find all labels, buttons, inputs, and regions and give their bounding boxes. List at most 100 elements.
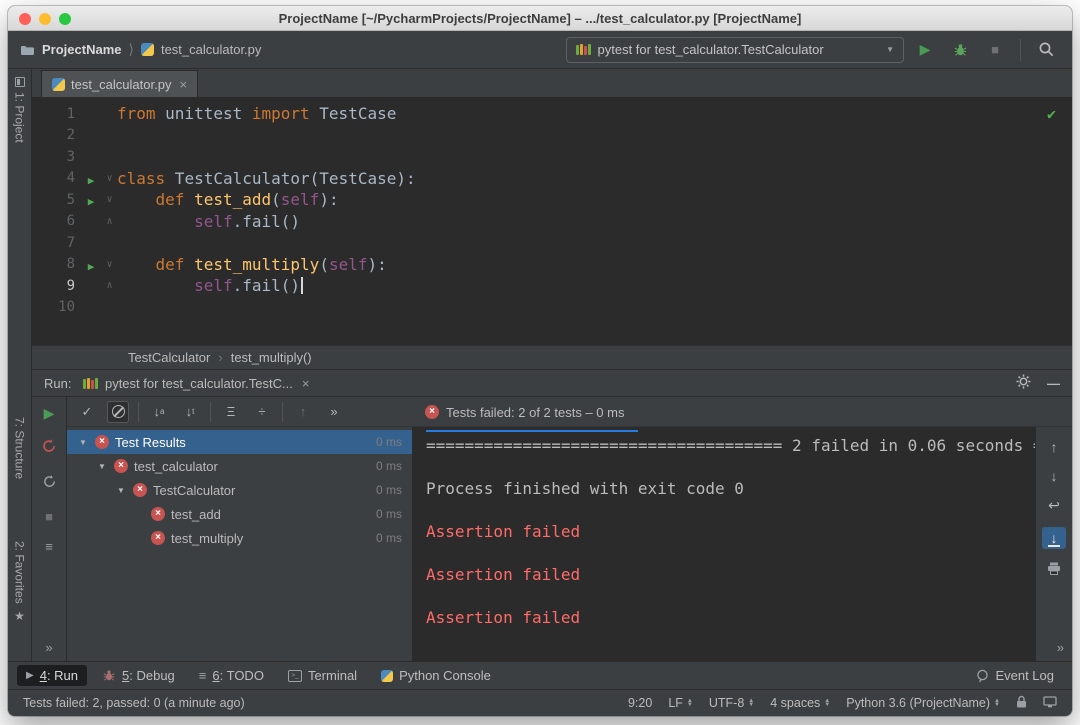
stripe-label-structure: 7: Structure <box>12 417 27 480</box>
event-log-button[interactable]: Event Log <box>967 665 1063 686</box>
tool-window-button-structure[interactable]: 7: Structure <box>8 417 31 479</box>
run-test-gutter-icon[interactable]: ▶ <box>88 260 95 273</box>
run-test-gutter-icon[interactable]: ▶ <box>88 195 95 208</box>
expand-chevron-icon[interactable]: ▼ <box>77 438 89 447</box>
test-tree-row[interactable]: ▼ × Test Results 0 ms <box>67 430 412 454</box>
more-actions-icon[interactable]: » <box>45 640 52 655</box>
code-line[interactable]: 8 ▶ ∨ def test_multiply(self): <box>32 254 1072 276</box>
status-widget[interactable]: LF ▲ ▼ <box>668 696 693 710</box>
soft-wrap-button[interactable]: ↩ <box>1048 497 1060 514</box>
sort-by-duration-button[interactable]: ↓ t <box>179 401 201 423</box>
gear-icon <box>1016 374 1031 389</box>
code-line[interactable]: 4 ▶ ∨ class TestCalculator(TestCase): <box>32 168 1072 190</box>
stop-button[interactable]: ■ <box>981 36 1009 64</box>
code-text: def test_multiply(self): <box>117 255 387 274</box>
show-passed-filter-button[interactable]: ✓ <box>76 401 98 423</box>
truncated-link-underline <box>426 430 638 432</box>
status-widget[interactable]: 4 spaces ▲ ▼ <box>770 696 830 710</box>
status-widget[interactable]: UTF-8 ▲ ▼ <box>709 696 754 710</box>
test-tree-row[interactable]: × test_multiply 0 ms <box>67 526 412 550</box>
gutter-marker-area: ▶ <box>80 255 102 274</box>
run-configuration-select[interactable]: pytest for test_calculator.TestCalculato… <box>566 36 904 63</box>
test-console[interactable]: ===================================== 2 … <box>412 427 1035 661</box>
code-line[interactable]: 9 ∧ self.fail() <box>32 275 1072 297</box>
run-tab[interactable]: pytest for test_calculator.TestC... × <box>83 376 309 391</box>
code-token: ): <box>367 254 387 274</box>
code-text: from unittest import TestCase <box>117 104 396 123</box>
search-everywhere-button[interactable] <box>1032 36 1060 64</box>
rerun-failed-tests-button[interactable] <box>41 438 57 459</box>
tool-window-button-project[interactable]: 1: Project <box>8 77 31 143</box>
breadcrumb-file[interactable]: test_calculator.py <box>161 42 261 57</box>
tool-window-button-terminal[interactable]: >_ Terminal <box>279 665 366 686</box>
more-toolbar-actions-icon[interactable]: » <box>323 401 345 423</box>
expand-all-button[interactable]: Ξ <box>220 401 242 423</box>
tool-window-button-debug[interactable]: 5: Debug <box>93 665 184 686</box>
toggle-auto-test-button[interactable] <box>42 474 57 494</box>
test-tree-row[interactable]: ▼ × test_calculator 0 ms <box>67 454 412 478</box>
status-widget[interactable]: Python 3.6 (ProjectName) ▲ ▼ <box>846 696 1000 710</box>
scroll-up-button[interactable]: ↑ <box>1051 439 1058 455</box>
test-tree-row[interactable]: ▼ × TestCalculator 0 ms <box>67 478 412 502</box>
code-text: def test_add(self): <box>117 190 339 209</box>
debug-button[interactable] <box>946 36 974 64</box>
collapse-all-button[interactable]: ÷ <box>251 401 273 423</box>
run-test-gutter-icon[interactable]: ▶ <box>88 174 95 187</box>
run-button[interactable]: ▶ <box>911 36 939 64</box>
status-message[interactable]: Tests failed: 2, passed: 0 (a minute ago… <box>23 696 245 710</box>
screen-reader-widget[interactable] <box>1043 695 1057 711</box>
console-line: Assertion failed <box>426 522 581 541</box>
previous-failed-test-button[interactable]: ↑ <box>292 401 314 423</box>
print-button[interactable] <box>1047 562 1061 578</box>
code-line[interactable]: 7 <box>32 232 1072 254</box>
code-line[interactable]: 2 <box>32 125 1072 147</box>
project-folder-icon <box>21 45 34 55</box>
close-run-tab-icon[interactable]: × <box>302 376 310 391</box>
editor-tab[interactable]: test_calculator.py × <box>41 70 199 97</box>
test-runner-layout-button[interactable]: ≡ <box>45 539 53 554</box>
toolbar-divider <box>138 401 139 422</box>
inspections-ok-icon[interactable]: ✔ <box>1047 105 1056 123</box>
code-line[interactable]: 10 <box>32 297 1072 319</box>
breadcrumb-project[interactable]: ProjectName <box>42 42 121 57</box>
code-line[interactable]: 1 from unittest import TestCase <box>32 103 1072 125</box>
mnemonic-digit: 6 <box>212 668 220 683</box>
tool-window-button-python[interactable]: Python Console <box>372 665 500 686</box>
code-line[interactable]: 6 ∧ self.fail() <box>32 211 1072 233</box>
close-tab-icon[interactable]: × <box>179 77 187 92</box>
minimize-window-button[interactable] <box>39 13 51 25</box>
zoom-window-button[interactable] <box>59 13 71 25</box>
settings-button[interactable] <box>1016 374 1031 392</box>
breadcrumb-class[interactable]: TestCalculator <box>128 350 210 365</box>
python-console-icon <box>381 669 394 682</box>
lock-widget[interactable] <box>1016 695 1027 711</box>
hide-tool-window-button[interactable]: — <box>1047 376 1060 391</box>
expand-chevron-icon[interactable]: ▼ <box>115 486 127 495</box>
run-tool-window-header: Run: pytest for test_calculator.TestC...… <box>32 369 1072 397</box>
test-tree[interactable]: ▼ × Test Results 0 ms ▼ × test_calculator 0 ms ▼… <box>67 427 412 661</box>
run-content: ▼ × Test Results 0 ms ▼ × test_calculator 0 ms ▼… <box>67 427 1072 661</box>
rerun-tests-button[interactable]: ▶ <box>44 405 55 423</box>
sort-alphabetically-button[interactable]: ↓ a <box>148 401 170 423</box>
scroll-to-end-button[interactable]: ↓ <box>1042 527 1066 549</box>
show-ignored-filter-button[interactable] <box>107 400 129 423</box>
more-console-actions-icon[interactable]: » <box>1057 640 1064 655</box>
stop-process-button[interactable]: ■ <box>45 509 53 524</box>
test-tree-row[interactable]: × test_add 0 ms <box>67 502 412 526</box>
breadcrumb-method[interactable]: test_multiply() <box>231 350 312 365</box>
close-window-button[interactable] <box>19 13 31 25</box>
code-editor[interactable]: 1 from unittest import TestCase 2 3 4 ▶ ∨ class… <box>32 98 1072 345</box>
tool-window-button-favorites[interactable]: 2: Favorites ★ <box>8 541 31 623</box>
code-line[interactable]: 3 <box>32 146 1072 168</box>
code-token: test_add <box>194 190 272 210</box>
scroll-down-button[interactable]: ↓ <box>1051 468 1058 484</box>
code-line[interactable]: 5 ▶ ∨ def test_add(self): <box>32 189 1072 211</box>
expand-chevron-icon[interactable]: ▼ <box>96 462 108 471</box>
tool-window-button-run[interactable]: ▶ 4: Run <box>17 665 88 686</box>
status-widget-text: UTF-8 <box>708 696 745 710</box>
caret-position-widget[interactable]: 9:20 <box>628 696 652 710</box>
tool-window-button-todo[interactable]: ≡ 6: TODO <box>190 665 273 686</box>
